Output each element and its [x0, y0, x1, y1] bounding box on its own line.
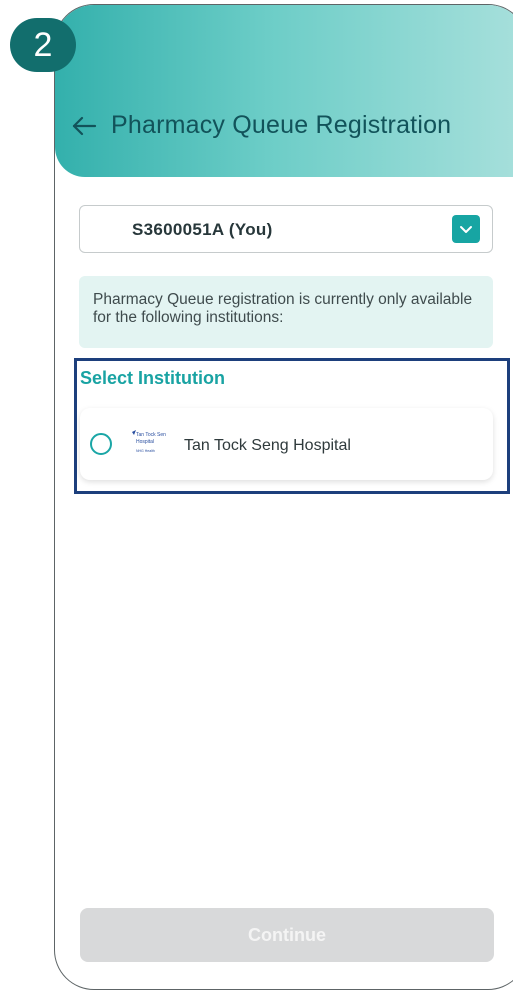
hospital-logo: Tan Tock Seng Hospital NHG Health: [130, 428, 169, 462]
institution-option-ttsh[interactable]: Tan Tock Seng Hospital NHG Health Tan To…: [80, 408, 493, 480]
phone-frame: Pharmacy Queue Registration: [54, 4, 513, 990]
patient-select-value: S3600051A (You): [132, 220, 273, 239]
hospital-logo-line-1: Tan Tock Seng: [136, 432, 166, 438]
info-message: Pharmacy Queue registration is currently…: [79, 276, 493, 348]
continue-button[interactable]: Continue: [80, 908, 494, 962]
header-title-row: Pharmacy Queue Registration: [71, 111, 451, 140]
patient-select-dropdown[interactable]: S3600051A (You): [79, 205, 493, 253]
chevron-down-icon[interactable]: [452, 215, 480, 243]
select-institution-label: Select Institution: [80, 368, 226, 388]
step-badge: 2: [10, 18, 76, 72]
arrow-left-icon[interactable]: [71, 115, 97, 137]
page-title: Pharmacy Queue Registration: [111, 111, 452, 139]
app-header: Pharmacy Queue Registration: [55, 5, 513, 177]
institution-name: Tan Tock Seng Hospital: [184, 437, 351, 454]
hospital-logo-line-3: NHG Health: [136, 449, 155, 453]
hospital-logo-line-2: Hospital: [136, 439, 154, 445]
institution-radio[interactable]: [90, 433, 112, 455]
